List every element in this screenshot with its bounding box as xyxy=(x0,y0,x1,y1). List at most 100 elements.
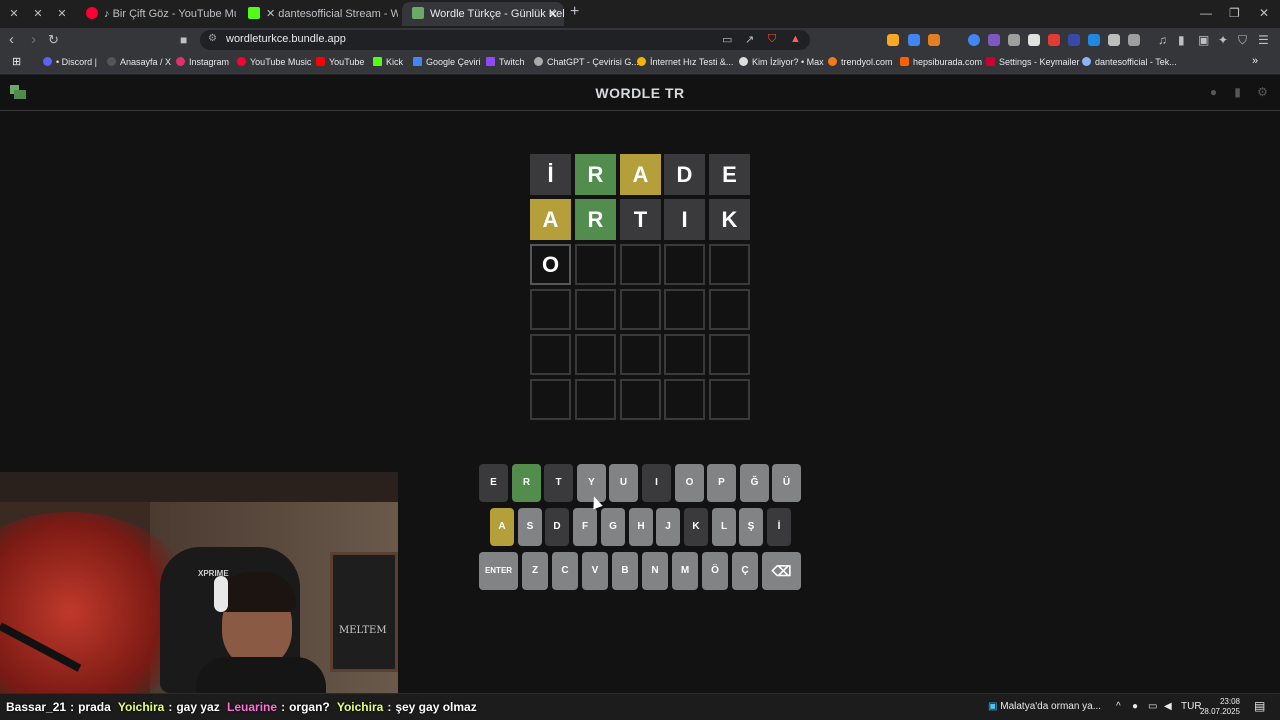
info-icon[interactable]: ● xyxy=(1207,86,1220,99)
extensions-puzzle-icon[interactable] xyxy=(1108,34,1120,46)
media-control-icon[interactable]: ♫ xyxy=(1158,31,1167,49)
extension-icon[interactable] xyxy=(988,34,1000,46)
bookmark-hepsiburada[interactable]: hepsiburada.com xyxy=(900,57,982,67)
address-bar[interactable]: ⚙ wordleturkce.bundle.app ▭ ↗ ⛉ ▲ xyxy=(200,30,810,50)
bookmark-trendyol[interactable]: trendyol.com xyxy=(828,57,893,67)
extension-icon[interactable] xyxy=(1028,34,1040,46)
key-u[interactable]: U xyxy=(609,464,638,502)
brave-shield-icon[interactable]: ⛉ xyxy=(768,33,776,46)
bookmark-keymailer[interactable]: Settings - Keymailer xyxy=(986,57,1080,67)
vpn-icon[interactable]: ⛉ xyxy=(1238,31,1247,49)
volume-icon[interactable]: ◀ xyxy=(1164,701,1172,712)
tab-youtube-music[interactable]: ♪ Bir Çift Göz - YouTube Music xyxy=(76,2,236,26)
extension-icon[interactable] xyxy=(1088,34,1100,46)
extension-icon[interactable] xyxy=(1048,34,1060,46)
key-z[interactable]: Z xyxy=(522,552,548,590)
bookmark-kick[interactable]: Kick xyxy=(373,57,403,67)
key-b[interactable]: B xyxy=(612,552,638,590)
key-ç[interactable]: Ç xyxy=(732,552,758,590)
headset xyxy=(214,576,228,612)
board-tile xyxy=(664,244,705,285)
key-a[interactable]: A xyxy=(490,508,514,546)
news-widget[interactable]: ▣ Malatya'da orman ya... xyxy=(988,701,1101,712)
extension-icon[interactable] xyxy=(1128,34,1140,46)
bookmark-max[interactable]: Kim İzliyor? • Max xyxy=(739,57,824,67)
microphone-icon[interactable]: ● xyxy=(1132,701,1138,712)
site-info-icon[interactable]: ⚙ xyxy=(208,33,217,44)
sidebar-icon[interactable]: ▮ xyxy=(1178,31,1185,49)
key-p[interactable]: P xyxy=(707,464,736,502)
key-j[interactable]: J xyxy=(656,508,680,546)
key-v[interactable]: V xyxy=(582,552,608,590)
key-r[interactable]: R xyxy=(512,464,541,502)
extension-icon[interactable] xyxy=(968,34,980,46)
audio-icon: ♪ xyxy=(104,8,113,20)
bookmark-youtube-music[interactable]: YouTube Music xyxy=(237,57,311,67)
key-n[interactable]: N xyxy=(642,552,668,590)
key-m[interactable]: M xyxy=(672,552,698,590)
reload-icon[interactable]: ↻ xyxy=(48,31,59,49)
key-i̇[interactable]: İ xyxy=(767,508,791,546)
key-g[interactable]: G xyxy=(601,508,625,546)
key-l[interactable]: L xyxy=(712,508,736,546)
settings-gear-icon[interactable]: ⚙ xyxy=(1256,86,1269,99)
close-tab-icon[interactable]: ✕ xyxy=(548,2,558,26)
key-d[interactable]: D xyxy=(545,508,569,546)
tab-kick-stream[interactable]: ✕ dantesofficial Stream - Watch Liv xyxy=(238,2,398,26)
translate-extension-icon[interactable] xyxy=(908,34,920,46)
muted-tab-icon[interactable]: ✕ xyxy=(4,4,24,24)
apps-grid-icon[interactable]: ⊞ xyxy=(12,55,21,68)
bookmark-google-translate[interactable]: Google Çeviri xyxy=(413,57,481,67)
bookmark-instagram[interactable]: Instagram xyxy=(176,57,229,67)
more-bookmarks-icon[interactable]: » xyxy=(1252,55,1258,67)
restore-icon[interactable]: ❐ xyxy=(1229,6,1240,20)
bookmark-youtube[interactable]: YouTube xyxy=(316,57,364,67)
key-k[interactable]: K xyxy=(684,508,708,546)
tab-wordle[interactable]: Wordle Türkçe - Günlük Kelime ✕ xyxy=(402,2,564,26)
key-s[interactable]: S xyxy=(518,508,542,546)
new-tab-icon[interactable]: + xyxy=(570,3,579,21)
wallet-icon[interactable]: ▣ xyxy=(1198,31,1209,49)
menu-icon[interactable]: ☰ xyxy=(1258,31,1269,49)
key-t[interactable]: T xyxy=(544,464,573,502)
key-c[interactable]: C xyxy=(552,552,578,590)
key-i[interactable]: I xyxy=(642,464,671,502)
brave-rewards-icon[interactable]: ▲ xyxy=(790,33,801,45)
key-o[interactable]: O xyxy=(675,464,704,502)
cast-icon[interactable]: ▭ xyxy=(722,33,732,46)
key-ö[interactable]: Ö xyxy=(702,552,728,590)
bookmark-icon[interactable]: ■ xyxy=(180,31,187,49)
extension-icon[interactable] xyxy=(928,34,940,46)
bookmark-discord[interactable]: • Discord | xyxy=(43,57,97,67)
enter-key[interactable]: ENTER xyxy=(479,552,518,590)
extension-icon[interactable] xyxy=(887,34,899,46)
extension-icon[interactable] xyxy=(1068,34,1080,46)
key-ğ[interactable]: Ğ xyxy=(740,464,769,502)
forward-icon[interactable]: › xyxy=(31,31,36,49)
bookmark-chatgpt[interactable]: ChatGPT - Çevirisi G... xyxy=(534,57,639,67)
muted-tab-icon[interactable]: ✕ xyxy=(52,4,72,24)
network-icon[interactable]: ▭ xyxy=(1148,701,1157,712)
key-e[interactable]: E xyxy=(479,464,508,502)
key-ş[interactable]: Ş xyxy=(739,508,763,546)
bookmark-twitch[interactable]: Twitch xyxy=(486,57,525,67)
notifications-icon[interactable]: ▤ xyxy=(1254,699,1265,713)
muted-tab-icon[interactable]: ✕ xyxy=(28,4,48,24)
key-ü[interactable]: Ü xyxy=(772,464,801,502)
key-h[interactable]: H xyxy=(629,508,653,546)
bookmark-x[interactable]: Anasayfa / X xyxy=(107,57,171,67)
close-window-icon[interactable]: ✕ xyxy=(1259,6,1269,20)
backspace-key[interactable]: ⌫ xyxy=(762,552,801,590)
extension-icon[interactable] xyxy=(1008,34,1020,46)
bookmark-speedtest[interactable]: İnternet Hız Testi &... xyxy=(637,57,733,67)
leo-ai-icon[interactable]: ✦ xyxy=(1218,31,1228,49)
stats-icon[interactable]: ▮ xyxy=(1231,86,1244,99)
key-f[interactable]: F xyxy=(573,508,597,546)
url-text[interactable]: wordleturkce.bundle.app xyxy=(226,33,346,45)
share-icon[interactable]: ↗ xyxy=(745,33,754,46)
minimize-icon[interactable]: — xyxy=(1200,6,1212,20)
system-clock[interactable]: 23:08 28.07.2025 xyxy=(1198,697,1240,717)
back-icon[interactable]: ‹ xyxy=(9,31,14,49)
bookmark-dantesofficial[interactable]: dantesofficial - Tek... xyxy=(1082,57,1177,67)
show-hidden-icons-icon[interactable]: ^ xyxy=(1116,701,1121,712)
